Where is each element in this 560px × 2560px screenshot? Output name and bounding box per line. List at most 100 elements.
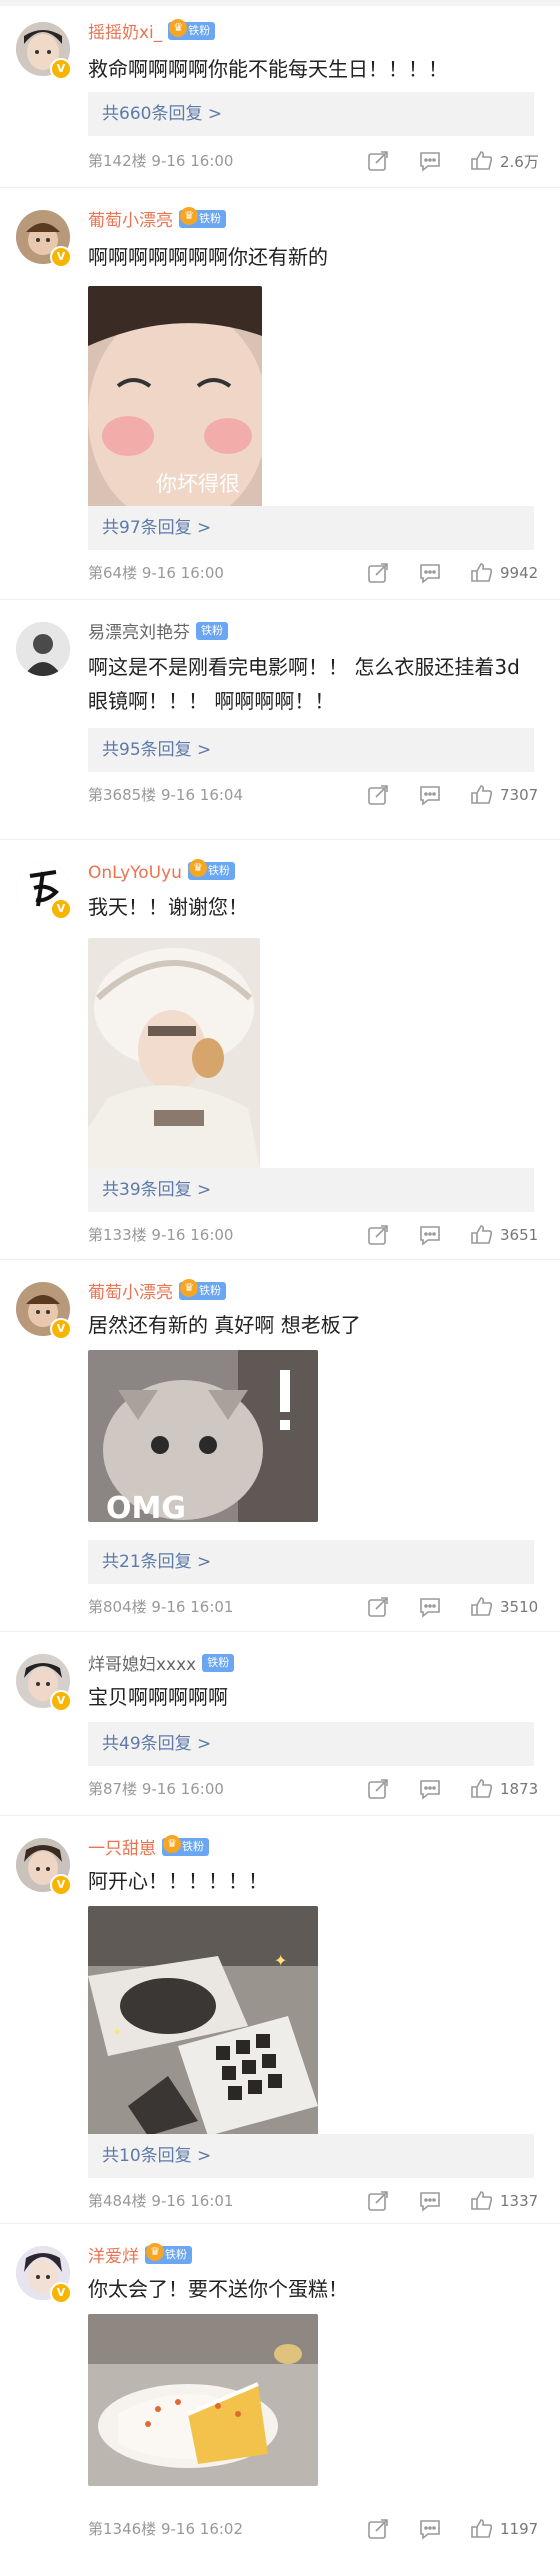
fan-badge: 铁粉 xyxy=(196,622,228,640)
svg-text:✦: ✦ xyxy=(274,1951,287,1970)
comment-icon[interactable] xyxy=(418,1595,442,1619)
like-icon[interactable] xyxy=(470,561,494,585)
comment-item: V 摇摇奶xi_ ♛ 铁粉 救命啊啊啊啊你能不能每天生日！！！！ 共660条回复 >… xyxy=(0,0,560,188)
fan-badge: ♛ 铁粉 xyxy=(179,1279,226,1300)
fan-badge: ♛ 铁粉 xyxy=(168,19,216,40)
floor-number: 第133楼 xyxy=(88,1226,147,1244)
floor-number: 第1346楼 xyxy=(88,2520,157,2538)
comment-text: 宝贝啊啊啊啊啊 xyxy=(88,1685,228,1709)
verified-badge-icon: V xyxy=(50,1874,72,1896)
comment-text: 我天！！谢谢您！ xyxy=(88,895,248,919)
username[interactable]: 摇摇奶xi_ ♛ 铁粉 xyxy=(88,19,216,44)
comment-icon[interactable] xyxy=(418,149,442,173)
floor-number: 第64楼 xyxy=(88,564,138,582)
comment-meta: 第1346楼 9-16 16:02 xyxy=(88,2518,243,2540)
comment-meta: 第133楼 9-16 16:00 xyxy=(88,1224,233,1246)
comment-image[interactable] xyxy=(88,938,260,1168)
action-bar: 1873 xyxy=(338,1777,540,1801)
timestamp: 9-16 16:00 xyxy=(141,1780,224,1798)
like-icon[interactable] xyxy=(470,1595,494,1619)
view-replies-button[interactable]: 共95条回复 > xyxy=(88,728,534,772)
comment-meta: 第64楼 9-16 16:00 xyxy=(88,562,224,584)
share-icon[interactable] xyxy=(366,1777,390,1801)
comment-meta: 第804楼 9-16 16:01 xyxy=(88,1596,233,1618)
fan-badge: ♛ 铁粉 xyxy=(187,859,235,880)
username[interactable]: 洋爱烊 ♛ 铁粉 xyxy=(88,2243,192,2268)
comment-image[interactable]: OMG xyxy=(88,1350,318,1522)
like-icon[interactable] xyxy=(470,2517,494,2541)
like-count: 2.6万 xyxy=(500,152,539,171)
comment-item: V 葡萄小漂亮 ♛ 铁粉 居然还有新的 真好啊 想老板了 OMG 共21条回复 > … xyxy=(0,1260,560,1632)
share-icon[interactable] xyxy=(366,783,390,807)
floor-number: 第3685楼 xyxy=(88,786,157,804)
comment-item: V 洋爱烊 ♛ 铁粉 你太会了！要不送你个蛋糕！ 第1346楼 9-16 16:02… xyxy=(0,2224,560,2560)
username[interactable]: OnLyYoUyu ♛ 铁粉 xyxy=(88,859,235,884)
fan-badge: ♛ 铁粉 xyxy=(145,2243,192,2264)
timestamp: 9-16 16:01 xyxy=(151,1598,234,1616)
comment-image[interactable]: 你坏得很 xyxy=(88,286,262,518)
like-icon[interactable] xyxy=(470,783,494,807)
crown-icon: ♛ xyxy=(163,1835,181,1853)
username[interactable]: 烊哥媳妇xxxx 铁粉 xyxy=(88,1654,235,1676)
comment-icon[interactable] xyxy=(418,561,442,585)
fan-badge: ♛ 铁粉 xyxy=(162,1835,209,1856)
comment-meta: 第484楼 9-16 16:01 xyxy=(88,2190,233,2212)
action-bar: 7307 xyxy=(338,783,540,807)
username[interactable]: 易漂亮刘艳芬 铁粉 xyxy=(88,622,228,644)
floor-number: 第87楼 xyxy=(88,1780,138,1798)
share-icon[interactable] xyxy=(366,149,390,173)
view-replies-button[interactable]: 共49条回复 > xyxy=(88,1722,534,1766)
comment-icon[interactable] xyxy=(418,1777,442,1801)
view-replies-button[interactable]: 共97条回复 > xyxy=(88,506,534,550)
comment-meta: 第3685楼 9-16 16:04 xyxy=(88,784,243,806)
comment-icon[interactable] xyxy=(418,1223,442,1247)
username[interactable]: 葡萄小漂亮 ♛ 铁粉 xyxy=(88,207,226,232)
timestamp: 9-16 16:00 xyxy=(151,152,234,170)
crown-icon: ♛ xyxy=(180,1279,198,1297)
avatar[interactable] xyxy=(16,622,70,676)
like-icon[interactable] xyxy=(470,2189,494,2213)
comment-item: 易漂亮刘艳芬 铁粉 啊这是不是刚看完电影啊！！ 怎么衣服还挂着3d 眼镜啊！！！ 啊… xyxy=(0,600,560,840)
like-count: 7307 xyxy=(500,786,539,804)
verified-badge-icon: V xyxy=(50,1690,72,1712)
share-icon[interactable] xyxy=(366,1595,390,1619)
like-count: 1873 xyxy=(500,1780,539,1798)
view-replies-button[interactable]: 共660条回复 > xyxy=(88,92,534,136)
comment-icon[interactable] xyxy=(418,2517,442,2541)
comment-text: 啊这是不是刚看完电影啊！！ 怎么衣服还挂着3d 眼镜啊！！！ 啊啊啊啊！！ xyxy=(88,655,520,713)
verified-badge-icon: V xyxy=(50,58,72,80)
comment-item: V 葡萄小漂亮 ♛ 铁粉 啊啊啊啊啊啊啊你还有新的 你坏得很 共97条回复 > 第6… xyxy=(0,188,560,600)
like-icon[interactable] xyxy=(470,1777,494,1801)
crown-icon: ♛ xyxy=(188,859,207,877)
like-icon[interactable] xyxy=(470,149,494,173)
share-icon[interactable] xyxy=(366,1223,390,1247)
comment-item: V 烊哥媳妇xxxx 铁粉 宝贝啊啊啊啊啊 共49条回复 > 第87楼 9-16 … xyxy=(0,1632,560,1816)
action-bar: 1337 xyxy=(338,2189,540,2213)
action-bar: 2.6万 xyxy=(338,149,540,173)
timestamp: 9-16 16:01 xyxy=(151,2192,234,2210)
comment-icon[interactable] xyxy=(418,783,442,807)
comment-icon[interactable] xyxy=(418,2189,442,2213)
comment-image[interactable]: ✦ ✦ xyxy=(88,1906,318,2136)
verified-badge-icon: V xyxy=(50,898,72,920)
action-bar: 3651 xyxy=(338,1223,540,1247)
comment-item: V 一只甜崽♛铁粉 阿开心！！！！！！ ✦ ✦ 共10条回复 > 第484楼 xyxy=(0,1816,560,2224)
verified-badge-icon: V xyxy=(50,2282,72,2304)
view-replies-button[interactable]: 共39条回复 > xyxy=(88,1168,534,1212)
comment-text: 居然还有新的 真好啊 想老板了 xyxy=(88,1313,361,1337)
username[interactable]: 葡萄小漂亮 ♛ 铁粉 xyxy=(88,1279,226,1304)
comment-image[interactable] xyxy=(88,2314,318,2486)
like-icon[interactable] xyxy=(470,1223,494,1247)
crown-icon: ♛ xyxy=(169,19,188,37)
fan-badge: ♛ 铁粉 xyxy=(179,207,226,228)
verified-badge-icon: V xyxy=(50,246,72,268)
comment-text: 救命啊啊啊啊你能不能每天生日！！！！ xyxy=(88,57,448,81)
floor-number: 第484楼 xyxy=(88,2192,147,2210)
share-icon[interactable] xyxy=(366,2189,390,2213)
action-bar: 9942 xyxy=(338,561,540,585)
view-replies-button[interactable]: 共10条回复 > xyxy=(88,2134,534,2178)
view-replies-button[interactable]: 共21条回复 > xyxy=(88,1540,534,1584)
username[interactable]: 一只甜崽 ♛ 铁粉 xyxy=(88,1835,209,1860)
share-icon[interactable] xyxy=(366,2517,390,2541)
share-icon[interactable] xyxy=(366,561,390,585)
